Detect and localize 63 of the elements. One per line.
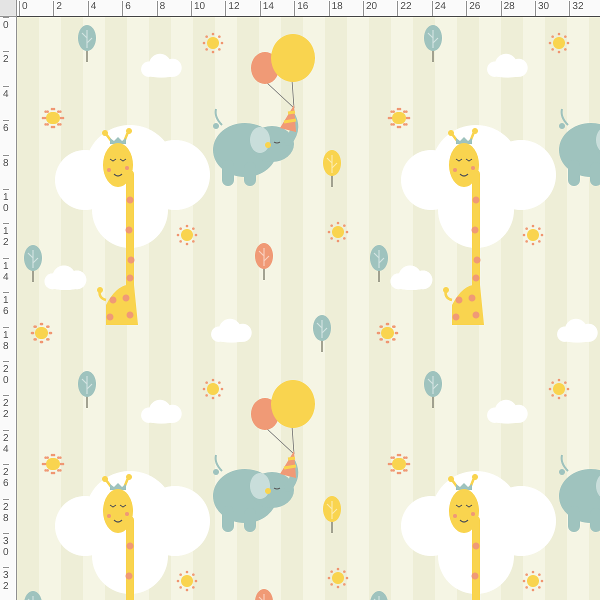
sun-icon: [176, 570, 198, 592]
tree-icon: [323, 496, 341, 533]
tree-icon: [424, 371, 442, 408]
ruler-label: 20: [363, 1, 378, 16]
sun-icon: [522, 570, 544, 592]
cloud-drawing: [557, 318, 598, 343]
tree-icon: [370, 591, 388, 600]
ruler-label: 24: [432, 1, 446, 16]
tree-icon: [24, 245, 42, 282]
sun-icon: [548, 32, 570, 54]
ruler-label: 28: [3, 498, 9, 524]
ruler-label: 2: [53, 1, 62, 16]
ruler-label: 12: [3, 223, 9, 248]
ruler-label: 32: [3, 567, 9, 592]
ruler-label: 28: [500, 1, 515, 16]
ruler-label: 26: [3, 464, 9, 490]
cloud-drawing: [487, 400, 528, 424]
tree-icon: [78, 371, 96, 408]
sun-icon: [328, 568, 348, 588]
tree-icon: [78, 25, 96, 62]
tree-icon: [370, 245, 388, 282]
cloud-drawing: [141, 54, 182, 78]
cloud-drawing: [141, 400, 182, 424]
tree-icon: [255, 589, 273, 600]
sun-icon: [548, 378, 570, 400]
ruler-label: 0: [3, 17, 9, 31]
ruler-label: 8: [156, 1, 166, 16]
tree-icon: [255, 243, 273, 280]
cloud-drawing: [211, 318, 252, 343]
tree-icon: [313, 315, 331, 352]
ruler-label: 6: [3, 120, 9, 134]
ruler-label: 30: [3, 533, 9, 558]
ruler-label: 24: [3, 430, 9, 455]
ruler-label: 18: [3, 326, 9, 352]
ruler-label: 22: [397, 1, 412, 16]
ruler-label: 10: [3, 189, 9, 214]
ruler-label: 16: [294, 1, 308, 16]
ruler-label: 20: [3, 361, 9, 386]
tree-icon: [323, 150, 341, 187]
sun-icon: [522, 224, 544, 246]
ruler-label: 14: [3, 258, 9, 283]
ruler-label: 0: [19, 1, 28, 16]
ruler-label: 4: [88, 1, 96, 16]
sun-icon: [176, 224, 198, 246]
ruler-label: 26: [466, 1, 480, 16]
sun-icon: [202, 378, 224, 400]
tree-icon: [24, 591, 42, 600]
ruler-label: 22: [3, 395, 9, 420]
ruler-label: 14: [260, 1, 274, 16]
ruler-label: 6: [122, 1, 131, 16]
ruler-label: 10: [191, 1, 206, 16]
ruler-label: 4: [3, 86, 9, 100]
cloud-drawing: [487, 54, 528, 78]
sun-icon: [202, 32, 224, 54]
ruler-label: 30: [535, 1, 550, 16]
sun-icon: [328, 222, 348, 242]
ruler-label: 2: [3, 51, 9, 66]
ruler-label: 16: [3, 292, 9, 318]
ruler-label: 12: [225, 1, 240, 16]
ruler-label: 8: [3, 154, 9, 169]
ruler-label: 18: [328, 1, 343, 16]
tree-icon: [424, 25, 442, 62]
ruler-label: 32: [569, 1, 584, 16]
